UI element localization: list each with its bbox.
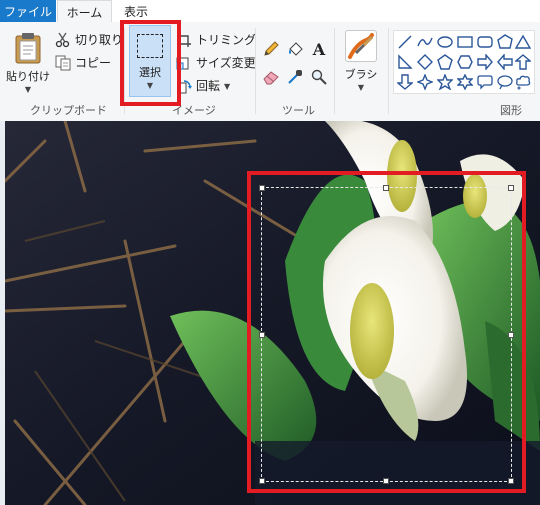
chevron-down-icon[interactable]: ▼ [224, 82, 230, 91]
copy-icon [55, 55, 71, 71]
fill-icon[interactable] [286, 40, 304, 58]
rotate-button[interactable]: 回転 ▼ [176, 77, 230, 94]
cloud-callout-shape-icon[interactable] [514, 73, 532, 91]
left-arrow-shape-icon[interactable] [496, 53, 514, 71]
right-arrow-shape-icon[interactable] [476, 53, 494, 71]
line-shape-icon[interactable] [396, 33, 414, 51]
select-button[interactable]: 選択 ▼ [129, 25, 171, 97]
chevron-down-icon[interactable]: ▼ [358, 84, 364, 92]
tab-file[interactable]: ファイル [0, 0, 56, 23]
selection-rectangle[interactable] [259, 185, 514, 484]
curve-shape-icon[interactable] [416, 33, 434, 51]
image-group-label: イメージ [172, 104, 216, 117]
select-label: 選択 [139, 66, 161, 79]
chevron-down-icon[interactable]: ▼ [25, 86, 31, 94]
text-icon[interactable]: A [310, 40, 328, 59]
ribbon-tab-bar: ファイル ホーム 表示 [0, 0, 540, 24]
up-arrow-shape-icon[interactable] [514, 53, 532, 71]
chevron-down-icon[interactable]: ▼ [147, 82, 153, 90]
cut-label: 切り取り [75, 33, 124, 47]
copy-button[interactable]: コピー [55, 54, 111, 71]
separator [388, 28, 389, 114]
six-point-star-shape-icon[interactable] [456, 73, 474, 91]
resize-handle[interactable] [259, 478, 265, 484]
shapes-gallery [393, 30, 535, 94]
resize-handle[interactable] [259, 332, 265, 338]
canvas-area[interactable] [0, 121, 540, 505]
rectangle-shape-icon[interactable] [456, 33, 474, 51]
crop-icon [176, 32, 192, 48]
hexagon-shape-icon[interactable] [456, 53, 474, 71]
clipboard-group-label: クリップボード [30, 104, 107, 117]
resize-handle[interactable] [508, 332, 514, 338]
diamond-shape-icon[interactable] [416, 53, 434, 71]
paste-label: 貼り付け [6, 70, 50, 83]
color-picker-icon[interactable] [286, 68, 304, 86]
triangle-shape-icon[interactable] [514, 33, 532, 51]
resize-handle[interactable] [383, 478, 389, 484]
resize-button[interactable]: サイズ変更 [176, 54, 256, 71]
oval-shape-icon[interactable] [436, 33, 454, 51]
four-point-star-shape-icon[interactable] [416, 73, 434, 91]
polygon-shape-icon[interactable] [496, 33, 514, 51]
tab-view[interactable]: 表示 [112, 0, 160, 22]
rounded-rectangle-shape-icon[interactable] [476, 33, 494, 51]
rotate-label: 回転 [196, 79, 221, 93]
resize-handle[interactable] [259, 185, 265, 191]
select-icon [137, 34, 163, 58]
resize-handle[interactable] [508, 185, 514, 191]
paste-button[interactable]: 貼り付け ▼ [6, 28, 50, 94]
brush-icon [345, 30, 377, 62]
oval-callout-shape-icon[interactable] [496, 73, 514, 91]
crop-label: トリミング [196, 33, 257, 47]
eraser-icon[interactable] [262, 68, 280, 86]
shapes-group-label: 図形 [500, 104, 522, 117]
ribbon: 貼り付け ▼ 切り取り コピー クリップボード 選択 ▼ トリミング サイズ変更… [0, 22, 540, 122]
five-point-star-shape-icon[interactable] [436, 73, 454, 91]
scissors-icon [55, 32, 71, 48]
cut-button[interactable]: 切り取り [55, 31, 123, 48]
resize-label: サイズ変更 [196, 56, 256, 70]
resize-handle[interactable] [508, 478, 514, 484]
rotate-icon [176, 78, 192, 94]
tools-group-label: ツール [282, 104, 315, 117]
separator [255, 28, 256, 114]
brush-label: ブラシ [344, 68, 378, 81]
separator [124, 28, 125, 114]
resize-handle[interactable] [383, 185, 389, 191]
pencil-icon[interactable] [262, 40, 280, 58]
rounded-callout-shape-icon[interactable] [476, 73, 494, 91]
down-arrow-shape-icon[interactable] [396, 73, 414, 91]
brush-button[interactable]: ブラシ ▼ [340, 28, 382, 98]
tab-home[interactable]: ホーム [57, 0, 112, 24]
magnifier-icon[interactable] [310, 68, 328, 86]
copy-label: コピー [75, 56, 112, 70]
separator [334, 28, 335, 114]
pentagon-shape-icon[interactable] [436, 53, 454, 71]
paste-icon [15, 32, 41, 64]
resize-icon [176, 55, 192, 71]
right-triangle-shape-icon[interactable] [396, 53, 414, 71]
crop-button[interactable]: トリミング [176, 31, 256, 48]
